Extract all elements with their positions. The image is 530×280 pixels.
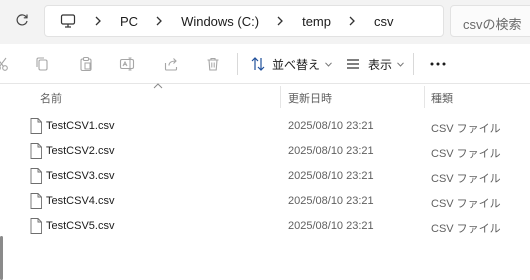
share-icon[interactable] [161, 54, 181, 74]
delete-icon[interactable] [203, 54, 223, 74]
file-modified: 2025/08/10 23:21 [288, 120, 374, 132]
column-header-type[interactable]: 種類 [431, 90, 453, 106]
file-row[interactable]: TestCSV1.csv 2025/08/10 23:21 CSV ファイル [18, 114, 530, 139]
breadcrumb-item-temp[interactable]: temp [302, 14, 331, 29]
column-divider[interactable] [424, 86, 425, 108]
file-row[interactable]: TestCSV4.csv 2025/08/10 23:21 CSV ファイル [18, 189, 530, 214]
file-name: TestCSV4.csv [46, 195, 115, 207]
copy-icon[interactable] [32, 54, 52, 74]
file-row[interactable]: TestCSV2.csv 2025/08/10 23:21 CSV ファイル [18, 139, 530, 164]
computer-icon [59, 12, 77, 30]
file-icon [30, 168, 42, 184]
sort-icon [250, 56, 266, 72]
breadcrumb: PC Windows (C:) temp csv [91, 14, 407, 29]
view-label: 表示 [368, 57, 393, 72]
chevron-right-icon[interactable] [273, 14, 287, 28]
file-icon [30, 193, 42, 209]
more-options-icon[interactable] [428, 54, 448, 74]
chevron-right-icon[interactable] [152, 14, 166, 28]
file-name: TestCSV5.csv [46, 220, 115, 232]
cut-icon[interactable] [0, 54, 12, 74]
column-divider[interactable] [280, 86, 281, 108]
column-header-name[interactable]: 名前 [40, 90, 62, 106]
file-icon [30, 118, 42, 134]
sort-button[interactable]: 並べ替え [250, 52, 332, 76]
file-type: CSV ファイル [431, 148, 501, 160]
file-icon [30, 218, 42, 234]
scrollbar-thumb[interactable] [0, 236, 3, 280]
breadcrumb-item-csv[interactable]: csv [374, 14, 394, 29]
chevron-down-icon [325, 59, 332, 69]
view-icon [346, 58, 360, 70]
breadcrumb-item-windows-c[interactable]: Windows (C:) [181, 14, 259, 29]
command-bar: 並べ替え 表示 [0, 44, 530, 84]
file-modified: 2025/08/10 23:21 [288, 195, 374, 207]
chevron-right-icon[interactable] [91, 14, 105, 28]
file-modified: 2025/08/10 23:21 [288, 220, 374, 232]
file-name: TestCSV3.csv [46, 170, 115, 182]
rename-icon[interactable] [118, 54, 138, 74]
address-field[interactable]: PC Windows (C:) temp csv [44, 5, 444, 37]
file-type: CSV ファイル [431, 223, 501, 235]
file-icon [30, 143, 42, 159]
search-input[interactable]: csvの検索 [450, 5, 530, 37]
toolbar-divider [413, 53, 414, 75]
refresh-icon[interactable] [12, 10, 32, 30]
paste-icon[interactable] [76, 54, 96, 74]
breadcrumb-item-pc[interactable]: PC [120, 14, 138, 29]
file-type: CSV ファイル [431, 198, 501, 210]
file-row[interactable]: TestCSV3.csv 2025/08/10 23:21 CSV ファイル [18, 164, 530, 189]
view-button[interactable]: 表示 [346, 52, 404, 76]
sort-ascending-icon [153, 83, 163, 89]
file-type: CSV ファイル [431, 123, 501, 135]
file-modified: 2025/08/10 23:21 [288, 170, 374, 182]
file-name: TestCSV2.csv [46, 145, 115, 157]
chevron-down-icon [397, 59, 404, 69]
column-header-row: 名前 更新日時 種類 [0, 83, 530, 110]
file-name: TestCSV1.csv [46, 120, 115, 132]
sort-label: 並べ替え [272, 57, 321, 72]
column-header-modified[interactable]: 更新日時 [288, 90, 332, 106]
file-row[interactable]: TestCSV5.csv 2025/08/10 23:21 CSV ファイル [18, 214, 530, 239]
toolbar-divider [237, 53, 238, 75]
file-modified: 2025/08/10 23:21 [288, 145, 374, 157]
chevron-right-icon[interactable] [345, 14, 359, 28]
file-type: CSV ファイル [431, 173, 501, 185]
address-bar-row: PC Windows (C:) temp csv csvの検索 [0, 0, 530, 44]
